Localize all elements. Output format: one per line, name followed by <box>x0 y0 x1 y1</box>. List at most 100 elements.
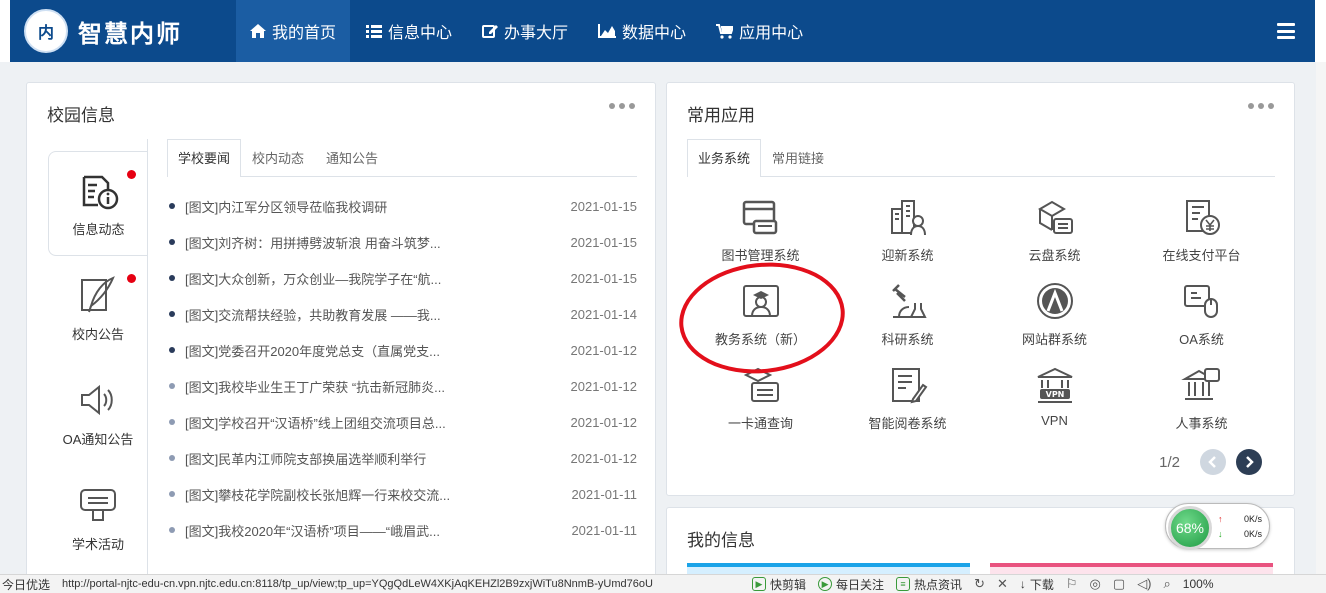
next-page-button[interactable] <box>1236 449 1262 475</box>
nav-app-center[interactable]: 应用中心 <box>702 0 817 62</box>
hot-news-button[interactable]: ≡ 热点资讯 <box>896 576 962 593</box>
bullet-icon <box>169 527 175 533</box>
app-vpn[interactable]: VPN VPN <box>981 359 1128 443</box>
news-title: [图文]攀枝花学院副校长张旭辉一行来校交流... <box>185 487 451 503</box>
microscope-icon <box>891 284 927 318</box>
volume-icon[interactable]: ◁) <box>1137 576 1151 592</box>
hot-news-label: 热点资讯 <box>914 577 963 592</box>
app-smart-grading[interactable]: 智能阅卷系统 <box>834 359 981 443</box>
svg-text:VPN: VPN <box>1045 390 1064 399</box>
side-item-academic[interactable]: 学术活动 <box>48 466 148 571</box>
network-monitor-widget[interactable]: 68% ↑ 0K/s ↓ 0K/s <box>1165 503 1270 550</box>
news-item[interactable]: [图文]我校2020年“汉语桥”项目——“峨眉武... 2021-01-11 <box>167 512 637 548</box>
app-online-payment[interactable]: 在线支付平台 <box>1128 191 1275 275</box>
campus-tabs: 学校要闻 校内动态 通知公告 <box>167 139 637 177</box>
side-divider <box>147 139 148 579</box>
upload-speed: ↑ 0K/s <box>1218 514 1262 524</box>
side-item-label: 校内公告 <box>71 327 124 342</box>
status-today-picks[interactable]: 今日优选 <box>2 576 50 593</box>
zoom-level[interactable]: 100% <box>1183 577 1214 591</box>
news-item[interactable]: [图文]交流帮扶经验，共助教育发展 ——我... 2021-01-14 <box>167 296 637 332</box>
news-item[interactable]: [图文]党委召开2020年度党总支（直属党支... 2021-01-12 <box>167 332 637 368</box>
refresh-icon[interactable]: ↻ <box>974 576 985 592</box>
app-cloud-disk[interactable]: 云盘系统 <box>981 191 1128 275</box>
list-icon <box>366 25 383 38</box>
apps-pager: 1/2 <box>1159 449 1262 475</box>
news-item[interactable]: [图文]攀枝花学院副校长张旭辉一行来校交流... 2021-01-11 <box>167 476 637 512</box>
side-item-label: 信息动态 <box>72 222 125 237</box>
news-title: [图文]学校召开“汉语桥”线上团组交流项目总... <box>185 415 446 431</box>
tab-campus-updates[interactable]: 校内动态 <box>241 139 315 177</box>
window-icon[interactable]: ▢ <box>1113 576 1125 592</box>
daily-focus-button[interactable]: ▶ 每日关注 <box>818 576 884 593</box>
logo[interactable]: 内 智慧内师 <box>10 9 236 53</box>
nav-service-hall[interactable]: 办事大厅 <box>468 0 582 62</box>
news-date: 2021-01-14 <box>570 306 638 322</box>
app-label: 人事系统 <box>1175 416 1228 431</box>
campus-side-menu: 信息动态 校内公告 OA通知公告 学术活动 <box>48 151 148 571</box>
side-item-label: 学术活动 <box>71 537 124 552</box>
nav-home[interactable]: 我的首页 <box>236 0 351 62</box>
side-item-info-news[interactable]: 信息动态 <box>48 151 148 256</box>
home-icon <box>250 24 266 38</box>
prev-page-button[interactable] <box>1200 449 1226 475</box>
download-speed-value: 0K/s <box>1243 529 1262 539</box>
news-item[interactable]: [图文]刘齐树：用拼搏劈波斩浪 用奋斗筑梦... 2021-01-15 <box>167 224 637 260</box>
tab-business-systems[interactable]: 业务系统 <box>687 139 762 177</box>
page-scrollbar[interactable] <box>1316 62 1326 574</box>
download-button[interactable]: ↓ 下载 <box>1020 576 1054 593</box>
more-icon[interactable] <box>1248 103 1274 109</box>
app-research[interactable]: 科研系统 <box>834 275 981 359</box>
campus-info-title: 校园信息 <box>47 106 115 125</box>
app-label: VPN <box>1041 413 1068 428</box>
news-title: [图文]民革内江师院支部换届选举顺利举行 <box>185 451 427 467</box>
news-item[interactable]: [图文]大众创新，万众创业—我院学子在“航... 2021-01-15 <box>167 260 637 296</box>
flag-icon[interactable]: ⚐ <box>1066 576 1078 592</box>
up-arrow-icon: ↑ <box>1218 514 1223 524</box>
app-welcome[interactable]: 迎新系统 <box>834 191 981 275</box>
status-url: http://portal-njtc-edu-cn.vpn.njtc.edu.c… <box>62 578 653 590</box>
tab-school-news[interactable]: 学校要闻 <box>167 139 242 177</box>
upload-speed-value: 0K/s <box>1243 514 1262 524</box>
news-item[interactable]: [图文]内江军分区领导莅临我校调研 2021-01-15 <box>167 188 637 224</box>
nav-info-center[interactable]: 信息中心 <box>352 0 466 62</box>
pin-icon[interactable]: ✕ <box>997 576 1008 592</box>
vpn-icon: VPN <box>1037 367 1072 403</box>
app-website-group[interactable]: 网站群系统 <box>981 275 1128 359</box>
menu-icon[interactable] <box>1277 23 1295 39</box>
nav-info-center-label: 信息中心 <box>388 25 453 42</box>
nav-app-center-label: 应用中心 <box>739 25 804 42</box>
news-title: [图文]交流帮扶经验，共助教育发展 ——我... <box>185 307 441 323</box>
bullet-icon <box>169 311 175 317</box>
news-item[interactable]: [图文]我校毕业生王丁广荣获 “抗击新冠肺炎... 2021-01-12 <box>167 368 637 404</box>
library-icon <box>742 200 777 235</box>
news-item[interactable]: [图文]学校召开“汉语桥”线上团组交流项目总... 2021-01-12 <box>167 404 637 440</box>
more-icon[interactable] <box>609 103 635 109</box>
zoom-icon[interactable]: ⌕ <box>1164 576 1171 592</box>
video-icon: ▶ <box>752 577 767 591</box>
tab-notices[interactable]: 通知公告 <box>315 139 389 177</box>
news-title: [图文]我校2020年“汉语桥”项目——“峨眉武... <box>185 523 440 539</box>
main-navbar: 内 智慧内师 我的首页 信息中心 办事大厅 数据中心 应用中心 <box>10 0 1315 62</box>
side-item-oa-notice[interactable]: OA通知公告 <box>48 361 148 466</box>
browser-status-bar: 今日优选 http://portal-njtc-edu-cn.vpn.njtc.… <box>0 574 1326 593</box>
app-hr[interactable]: 人事系统 <box>1128 359 1275 443</box>
news-date: 2021-01-12 <box>570 450 638 466</box>
nav-data-center[interactable]: 数据中心 <box>584 0 700 62</box>
bullet-icon <box>169 239 175 245</box>
browser-icon[interactable]: ◎ <box>1090 576 1101 592</box>
app-label: 科研系统 <box>881 332 934 347</box>
news-date: 2021-01-15 <box>570 270 638 286</box>
side-item-campus-notice[interactable]: 校内公告 <box>48 256 148 361</box>
bullet-icon <box>169 383 175 389</box>
tab-common-links[interactable]: 常用链接 <box>761 139 835 177</box>
side-item-label: OA通知公告 <box>62 432 134 447</box>
quick-edit-button[interactable]: ▶ 快剪辑 <box>752 576 806 593</box>
bullet-icon <box>169 275 175 281</box>
news-item[interactable]: [图文]民革内江师院支部换届选举顺利举行 2021-01-12 <box>167 440 637 476</box>
area-chart-icon <box>598 24 617 38</box>
app-label: 图书管理系统 <box>721 248 800 263</box>
app-oa[interactable]: OA系统 <box>1128 275 1275 359</box>
bullet-icon <box>169 419 175 425</box>
bullet-icon <box>169 347 175 353</box>
